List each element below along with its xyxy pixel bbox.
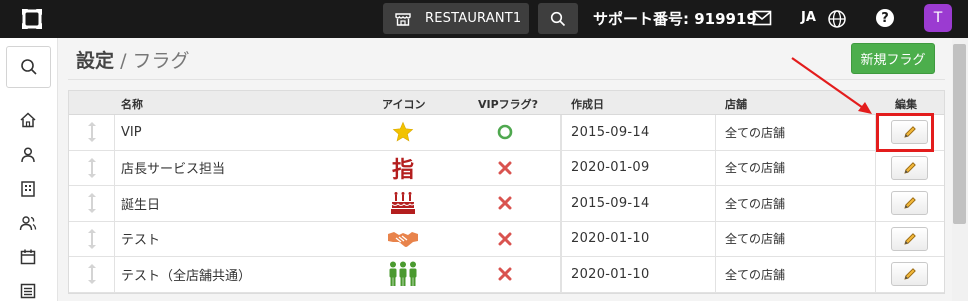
language-label[interactable]: JA: [801, 10, 816, 25]
flag-name: 誕生日: [121, 197, 161, 213]
store-icon: [395, 12, 411, 26]
flag-icon-cell: [382, 257, 424, 292]
drag-handle[interactable]: [69, 221, 115, 256]
app-logo-icon[interactable]: [19, 6, 45, 32]
flag-name: VIP: [121, 124, 142, 140]
sidebar-search-button[interactable]: [6, 46, 51, 88]
sidebar: [0, 38, 58, 301]
store-scope: 全ての店舗: [725, 196, 786, 211]
created-date: 2015-09-14: [571, 195, 650, 211]
store-scope: 全ての店舗: [725, 161, 786, 176]
top-navbar: RESTAURANT1 サポート番号: 919919 JA ? T: [0, 0, 968, 38]
scrollbar-thumb[interactable]: [953, 44, 966, 224]
drag-handle-icon: [87, 264, 96, 285]
header-edit: 編集: [895, 98, 917, 111]
search-icon: [550, 11, 566, 26]
edit-cell: [875, 221, 943, 256]
store-selector-button[interactable]: RESTAURANT1: [383, 3, 529, 34]
drag-handle-icon: [87, 122, 96, 143]
home-icon[interactable]: [19, 111, 37, 129]
annotation-arrow-icon: [791, 57, 872, 114]
created-date: 2015-09-14: [571, 124, 650, 140]
breadcrumb-current: フラグ: [132, 50, 190, 72]
birthday-cake-icon: [391, 192, 415, 215]
breadcrumb-settings[interactable]: 設定: [76, 50, 114, 72]
table-row: テスト 2020-01-10 全ての店舗: [69, 221, 944, 257]
flag-icon-cell: 指: [382, 151, 424, 186]
created-date: 2020-01-09: [571, 160, 650, 176]
vip-no-icon: [498, 232, 511, 246]
help-icon[interactable]: ?: [876, 9, 894, 27]
drag-handle[interactable]: [69, 257, 115, 292]
drag-handle-icon: [87, 157, 96, 178]
edit-cell: [875, 257, 943, 292]
support-number: サポート番号: 919919: [593, 10, 757, 28]
flag-icon-cell: [382, 222, 424, 257]
store-name: RESTAURANT1: [425, 11, 522, 26]
edit-button[interactable]: [891, 191, 928, 216]
edit-cell: [875, 186, 943, 221]
highlight-box: [876, 113, 934, 152]
star-icon: [392, 121, 414, 142]
top-search-button[interactable]: [538, 3, 578, 34]
vip-cell: [449, 150, 561, 185]
flag-name: テスト（全店舗共通）: [121, 268, 252, 284]
edit-button[interactable]: [891, 226, 928, 251]
drag-handle-icon: [87, 193, 96, 214]
search-icon: [20, 59, 37, 75]
drag-handle-icon: [87, 228, 96, 249]
store-scope: 全ての店舗: [725, 267, 786, 282]
vip-no-icon: [498, 196, 511, 210]
drag-handle[interactable]: [69, 150, 115, 185]
edit-cell: [875, 150, 943, 185]
edit-button[interactable]: [891, 262, 928, 287]
drag-handle[interactable]: [69, 115, 115, 150]
handshake-icon: [388, 231, 418, 247]
vip-no-icon: [498, 267, 511, 281]
building-icon[interactable]: [19, 180, 37, 198]
pencil-icon: [903, 232, 916, 245]
breadcrumb-separator: /: [120, 50, 127, 72]
vip-cell: [449, 186, 561, 221]
page-title: 設定 / フラグ: [76, 46, 190, 73]
pencil-icon: [903, 161, 916, 174]
flag-name: 店長サービス担当: [121, 162, 226, 178]
vip-no-icon: [498, 161, 511, 175]
vip-yes-icon: [497, 124, 512, 140]
pencil-icon: [903, 268, 916, 280]
list-icon[interactable]: [19, 282, 37, 300]
user-avatar[interactable]: T: [924, 4, 952, 32]
table-row: VIP 2015-09-14 全ての店舗: [69, 115, 944, 151]
header-icon: アイコン: [382, 98, 426, 111]
users-icon[interactable]: [19, 214, 37, 232]
calendar-icon[interactable]: [19, 248, 37, 266]
flags-table: 名称 アイコン VIPフラグ? 作成日 店舗 編集 VIP 2015-09-14…: [68, 90, 945, 294]
edit-button[interactable]: [891, 155, 928, 180]
header-store: 店舗: [725, 98, 747, 111]
people-group-icon: [389, 261, 417, 287]
table-row: 誕生日 2015-09-14 全ての店舗: [69, 186, 944, 222]
header-vip: VIPフラグ?: [478, 98, 539, 111]
header-created: 作成日: [571, 98, 604, 111]
vip-cell: [449, 221, 561, 256]
created-date: 2020-01-10: [571, 266, 650, 282]
store-scope: 全ての店舗: [725, 125, 786, 140]
yubi-kanji-icon: 指: [391, 157, 414, 183]
table-row: テスト（全店舗共通） 2020-01-10 全ての店舗: [69, 257, 944, 293]
table-row: 店長サービス担当 指 2020-01-09 全ての店舗: [69, 150, 944, 186]
globe-icon[interactable]: [827, 9, 847, 29]
flag-icon-cell: [382, 115, 424, 150]
user-icon[interactable]: [19, 146, 37, 164]
mail-icon[interactable]: [752, 10, 772, 26]
pencil-icon: [903, 197, 916, 209]
flag-name: テスト: [121, 233, 161, 249]
vip-cell: [449, 257, 561, 292]
flag-icon-cell: [382, 186, 424, 221]
store-scope: 全ての店舗: [725, 232, 786, 247]
vip-cell: [449, 115, 561, 150]
header-name: 名称: [121, 98, 143, 111]
drag-handle[interactable]: [69, 186, 115, 221]
created-date: 2020-01-10: [571, 231, 650, 247]
